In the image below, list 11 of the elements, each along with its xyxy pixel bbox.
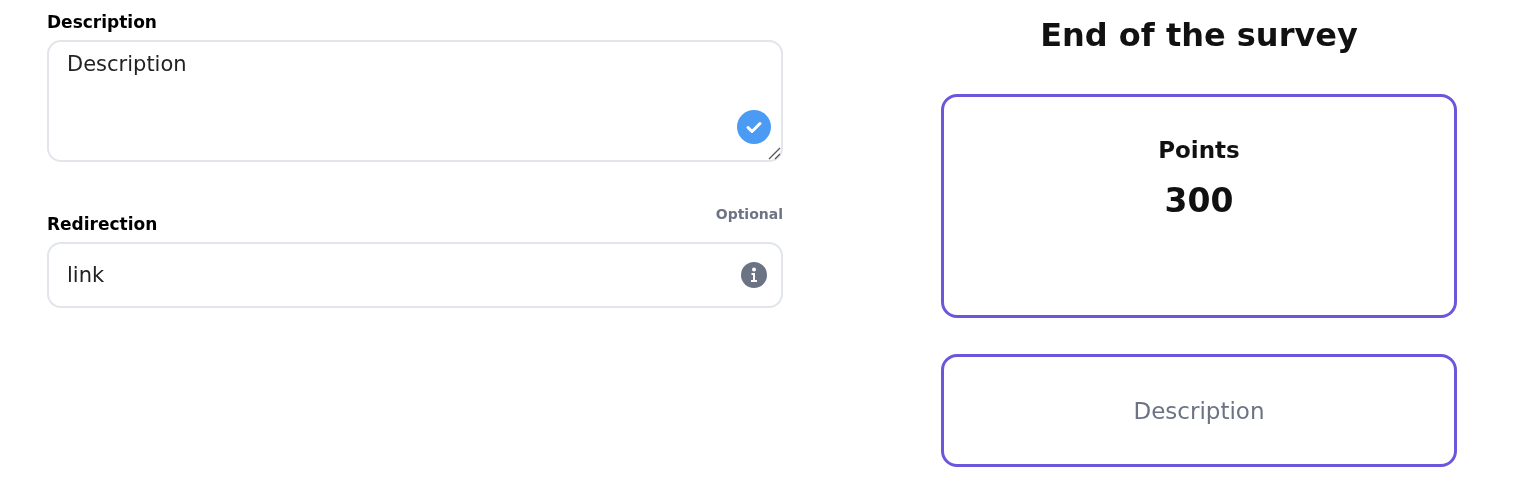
optional-hint: Optional [715,206,783,222]
description-text: Description [1133,397,1265,424]
points-value: 300 [1164,181,1234,220]
info-icon[interactable] [741,262,767,288]
points-label: Points [1158,137,1240,163]
field-label: Description [47,12,157,32]
resize-grip-icon[interactable] [767,146,781,160]
description-field[interactable]: Description [47,40,783,162]
field-label: Redirection [47,214,158,234]
preview-title: End of the survey [1040,16,1358,54]
redirection-field[interactable]: link [47,242,783,308]
